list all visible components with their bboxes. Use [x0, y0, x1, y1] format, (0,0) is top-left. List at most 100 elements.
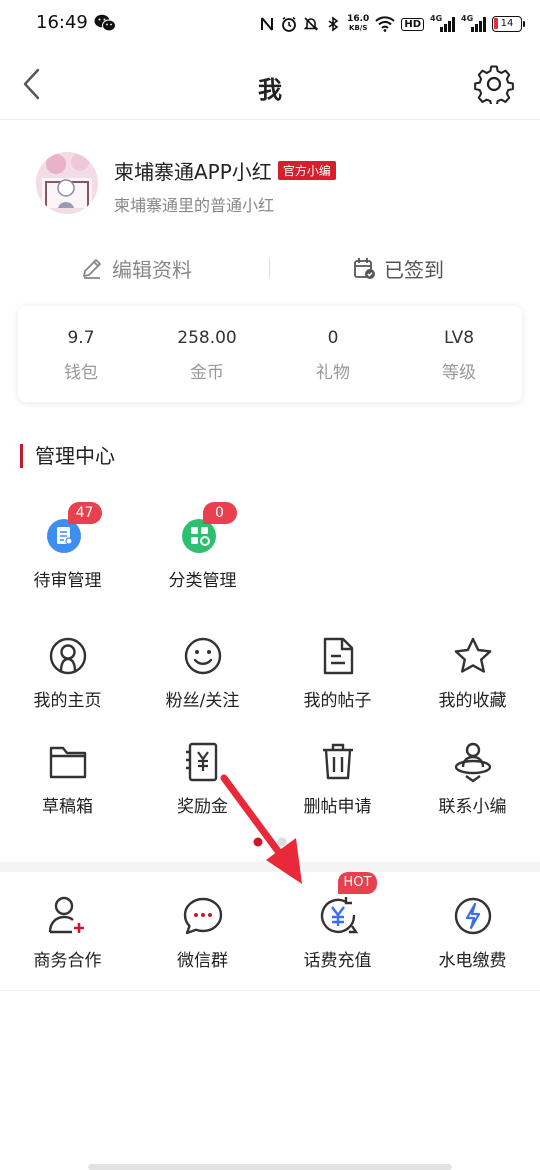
- avatar-image: [36, 152, 98, 214]
- menu-contact-editor[interactable]: 联系小编: [405, 740, 540, 817]
- wechat-icon: [94, 14, 116, 32]
- folder-icon: [49, 746, 86, 779]
- profile-card[interactable]: 柬埔寨通APP小红 官方小编 柬埔寨通里的普通小红: [0, 150, 540, 220]
- app-header: 我: [0, 50, 540, 120]
- user-signature: 柬埔寨通里的普通小红: [114, 196, 275, 215]
- menu-label: 我的收藏: [438, 691, 507, 711]
- page-dot-active: [253, 837, 263, 847]
- net-speed-unit: KB/S: [349, 24, 368, 32]
- category-management-item[interactable]: 0 分类管理: [135, 502, 270, 591]
- hd-icon: HD: [401, 17, 424, 31]
- contact-user-icon: [454, 742, 491, 783]
- signal-1-icon: 4G: [430, 14, 455, 32]
- status-time: 16:49: [36, 12, 88, 33]
- smile-icon: [184, 637, 221, 675]
- username: 柬埔寨通APP小红: [114, 160, 272, 184]
- stat-label: 钱包: [64, 363, 98, 383]
- hot-badge: HOT: [337, 872, 378, 894]
- lightning-icon: [454, 897, 491, 935]
- recharge-icon: [320, 897, 358, 934]
- chat-bubble-icon: [183, 897, 222, 935]
- page-title: 我: [258, 76, 282, 104]
- user-add-icon: [48, 896, 84, 934]
- menu-my-posts[interactable]: 我的帖子: [270, 634, 405, 711]
- service-label: 商务合作: [33, 951, 102, 971]
- mute-bell-icon: [303, 17, 319, 31]
- wifi-icon: [375, 16, 396, 32]
- signin-button[interactable]: 已签到: [352, 248, 444, 288]
- menu-label: 奖励金: [177, 797, 228, 817]
- management-section-title: 管理中心: [20, 444, 115, 468]
- battery-level: 14: [500, 18, 514, 29]
- status-bar: 16:49 16.0 KB/S HD 4G 4G 14: [0, 0, 540, 48]
- menu-label: 粉丝/关注: [165, 691, 240, 711]
- category-count-badge: 0: [202, 502, 237, 524]
- service-wechat-group[interactable]: 微信群: [135, 894, 270, 971]
- menu-label: 我的主页: [33, 691, 102, 711]
- stat-level[interactable]: LV8 等级: [396, 306, 522, 402]
- page-indicator: [253, 837, 287, 847]
- menu-label: 草稿箱: [42, 797, 93, 817]
- row-divider: [0, 990, 540, 991]
- profile-actions: 编辑资料 已签到: [0, 248, 540, 288]
- gear-icon[interactable]: [474, 64, 514, 104]
- menu-drafts[interactable]: 草稿箱: [0, 740, 135, 817]
- service-label: 水电缴费: [438, 951, 507, 971]
- edit-profile-button[interactable]: 编辑资料: [80, 248, 192, 288]
- avatar[interactable]: [36, 152, 98, 214]
- stat-coins[interactable]: 258.00 金币: [144, 306, 270, 402]
- battery-icon: 14: [492, 16, 525, 32]
- menu-label: 联系小编: [438, 797, 507, 817]
- actions-divider: [269, 258, 270, 278]
- service-recharge[interactable]: HOT 话费充值: [270, 872, 405, 971]
- stat-value: 9.7: [67, 328, 95, 348]
- service-label: 微信群: [177, 951, 228, 971]
- user-circle-icon: [49, 637, 86, 675]
- signal-1-label: 4G: [430, 14, 443, 23]
- status-icons: 16.0 KB/S HD 4G 4G 14: [259, 12, 525, 36]
- pencil-icon: [83, 259, 101, 279]
- menu-fans-follow[interactable]: 粉丝/关注: [135, 634, 270, 711]
- menu-reward-fund[interactable]: 奖励金: [135, 740, 270, 817]
- service-utilities[interactable]: 水电缴费: [405, 894, 540, 971]
- stat-label: 礼物: [316, 363, 350, 383]
- service-label: 话费充值: [303, 951, 372, 971]
- menu-label: 删帖申请: [303, 797, 372, 817]
- trash-icon: [322, 743, 353, 780]
- section-separator: [0, 862, 540, 872]
- pending-review-item[interactable]: 47 待审管理: [0, 502, 135, 591]
- net-speed: 16.0 KB/S: [347, 15, 369, 33]
- alarm-icon: [282, 16, 297, 32]
- stat-value: 0: [327, 328, 339, 348]
- page-dot: [277, 837, 287, 847]
- pending-review-label: 待审管理: [33, 571, 102, 591]
- yuan-note-icon: [185, 742, 217, 782]
- edit-profile-label: 编辑资料: [112, 257, 192, 282]
- stat-gifts[interactable]: 0 礼物: [270, 306, 396, 402]
- menu-my-favorites[interactable]: 我的收藏: [405, 634, 540, 711]
- menu-my-homepage[interactable]: 我的主页: [0, 634, 135, 711]
- stat-label: 金币: [190, 363, 224, 383]
- profile-name-row: 柬埔寨通APP小红 官方小编: [114, 156, 336, 185]
- stat-label: 等级: [442, 363, 476, 383]
- star-icon: [454, 637, 491, 673]
- service-business[interactable]: 商务合作: [0, 894, 135, 971]
- menu-delete-request[interactable]: 删帖申请: [270, 740, 405, 817]
- category-management-label: 分类管理: [168, 571, 237, 591]
- document-icon: [323, 637, 353, 675]
- signal-2-icon: 4G: [461, 14, 486, 32]
- menu-label: 我的帖子: [303, 691, 372, 711]
- bluetooth-icon: [328, 16, 339, 32]
- signin-label: 已签到: [384, 257, 444, 282]
- stat-value: LV8: [443, 328, 475, 348]
- nfc-icon: [261, 17, 274, 31]
- stats-card: 9.7 钱包 258.00 金币 0 礼物 LV8 等级: [18, 306, 522, 402]
- stat-wallet[interactable]: 9.7 钱包: [18, 306, 144, 402]
- signal-2-label: 4G: [461, 14, 474, 23]
- pending-count-badge: 47: [67, 502, 102, 524]
- official-badge: 官方小编: [277, 161, 336, 180]
- calendar-check-icon: [354, 258, 375, 279]
- net-speed-value: 16.0: [347, 14, 370, 24]
- home-indicator: [88, 1164, 452, 1170]
- stat-value: 258.00: [177, 328, 237, 348]
